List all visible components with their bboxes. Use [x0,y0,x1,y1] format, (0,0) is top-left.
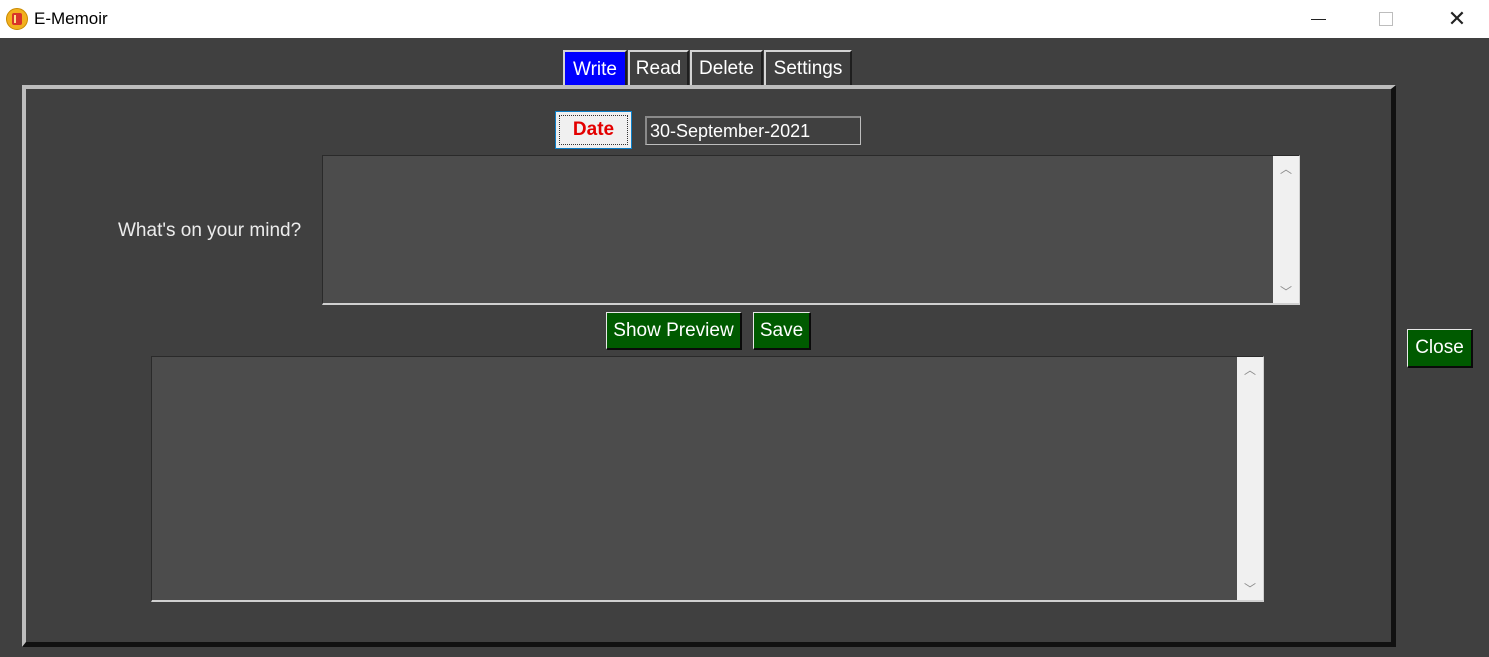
prompt-label: What's on your mind? [118,220,302,241]
entry-textarea[interactable]: ︿ ﹀ [322,155,1300,305]
date-button-label: Date [572,119,615,140]
save-button[interactable]: Save [753,312,811,350]
scroll-up-icon[interactable]: ︿ [1273,156,1299,180]
close-button[interactable]: Close [1407,329,1473,368]
maximize-icon [1379,12,1393,26]
date-button[interactable]: Date [555,111,632,149]
scroll-down-icon[interactable]: ﹀ [1273,279,1299,303]
close-icon: ✕ [1447,6,1467,32]
tab-write[interactable]: Write [563,50,627,87]
date-field[interactable]: 30-September-2021 [645,116,861,145]
entry-scrollbar[interactable]: ︿ ﹀ [1273,156,1299,303]
tab-read[interactable]: Read [628,50,689,86]
preview-scrollbar[interactable]: ︿ ﹀ [1237,357,1263,600]
window-title: E-Memoir [34,9,108,28]
app-book-icon [6,8,28,30]
window-close-button[interactable]: ✕ [1434,0,1480,38]
tab-settings[interactable]: Settings [764,50,852,86]
title-bar: E-Memoir ✕ [0,0,1489,38]
tab-delete[interactable]: Delete [690,50,763,86]
show-preview-button[interactable]: Show Preview [606,312,742,350]
minimize-icon [1310,18,1326,20]
preview-textarea[interactable]: ︿ ﹀ [151,356,1264,602]
scroll-up-icon[interactable]: ︿ [1237,357,1263,381]
scroll-down-icon[interactable]: ﹀ [1237,576,1263,600]
minimize-button[interactable] [1295,0,1341,38]
maximize-button[interactable] [1363,0,1409,38]
